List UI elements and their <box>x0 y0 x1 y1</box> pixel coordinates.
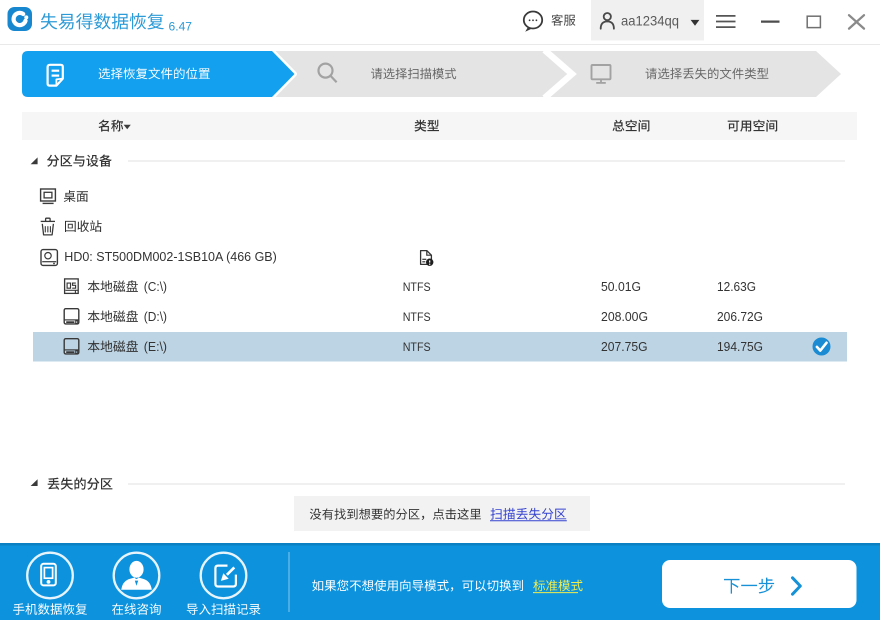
svg-text:6.47: 6.47 <box>169 22 193 34</box>
svg-text:194.75G: 194.75G <box>717 339 763 354</box>
svg-text:NTFS: NTFS <box>403 340 431 354</box>
svg-text:aa1234qq: aa1234qq <box>621 13 679 28</box>
svg-text:(C:\): (C:\) <box>144 279 167 294</box>
svg-text:206.72G: 206.72G <box>717 309 763 324</box>
svg-text:(D:\): (D:\) <box>144 309 167 324</box>
svg-text:207.75G: 207.75G <box>601 339 648 354</box>
svg-text:(E:\): (E:\) <box>144 339 167 354</box>
svg-text:50.01G: 50.01G <box>601 279 641 294</box>
svg-text:208.00G: 208.00G <box>601 309 648 324</box>
svg-text:HD0: ST500DM002-1SB10A (466 GB: HD0: ST500DM002-1SB10A (466 GB) <box>64 249 276 264</box>
svg-text:12.63G: 12.63G <box>717 279 756 294</box>
svg-text:NTFS: NTFS <box>403 280 431 294</box>
svg-text:NTFS: NTFS <box>403 310 431 324</box>
